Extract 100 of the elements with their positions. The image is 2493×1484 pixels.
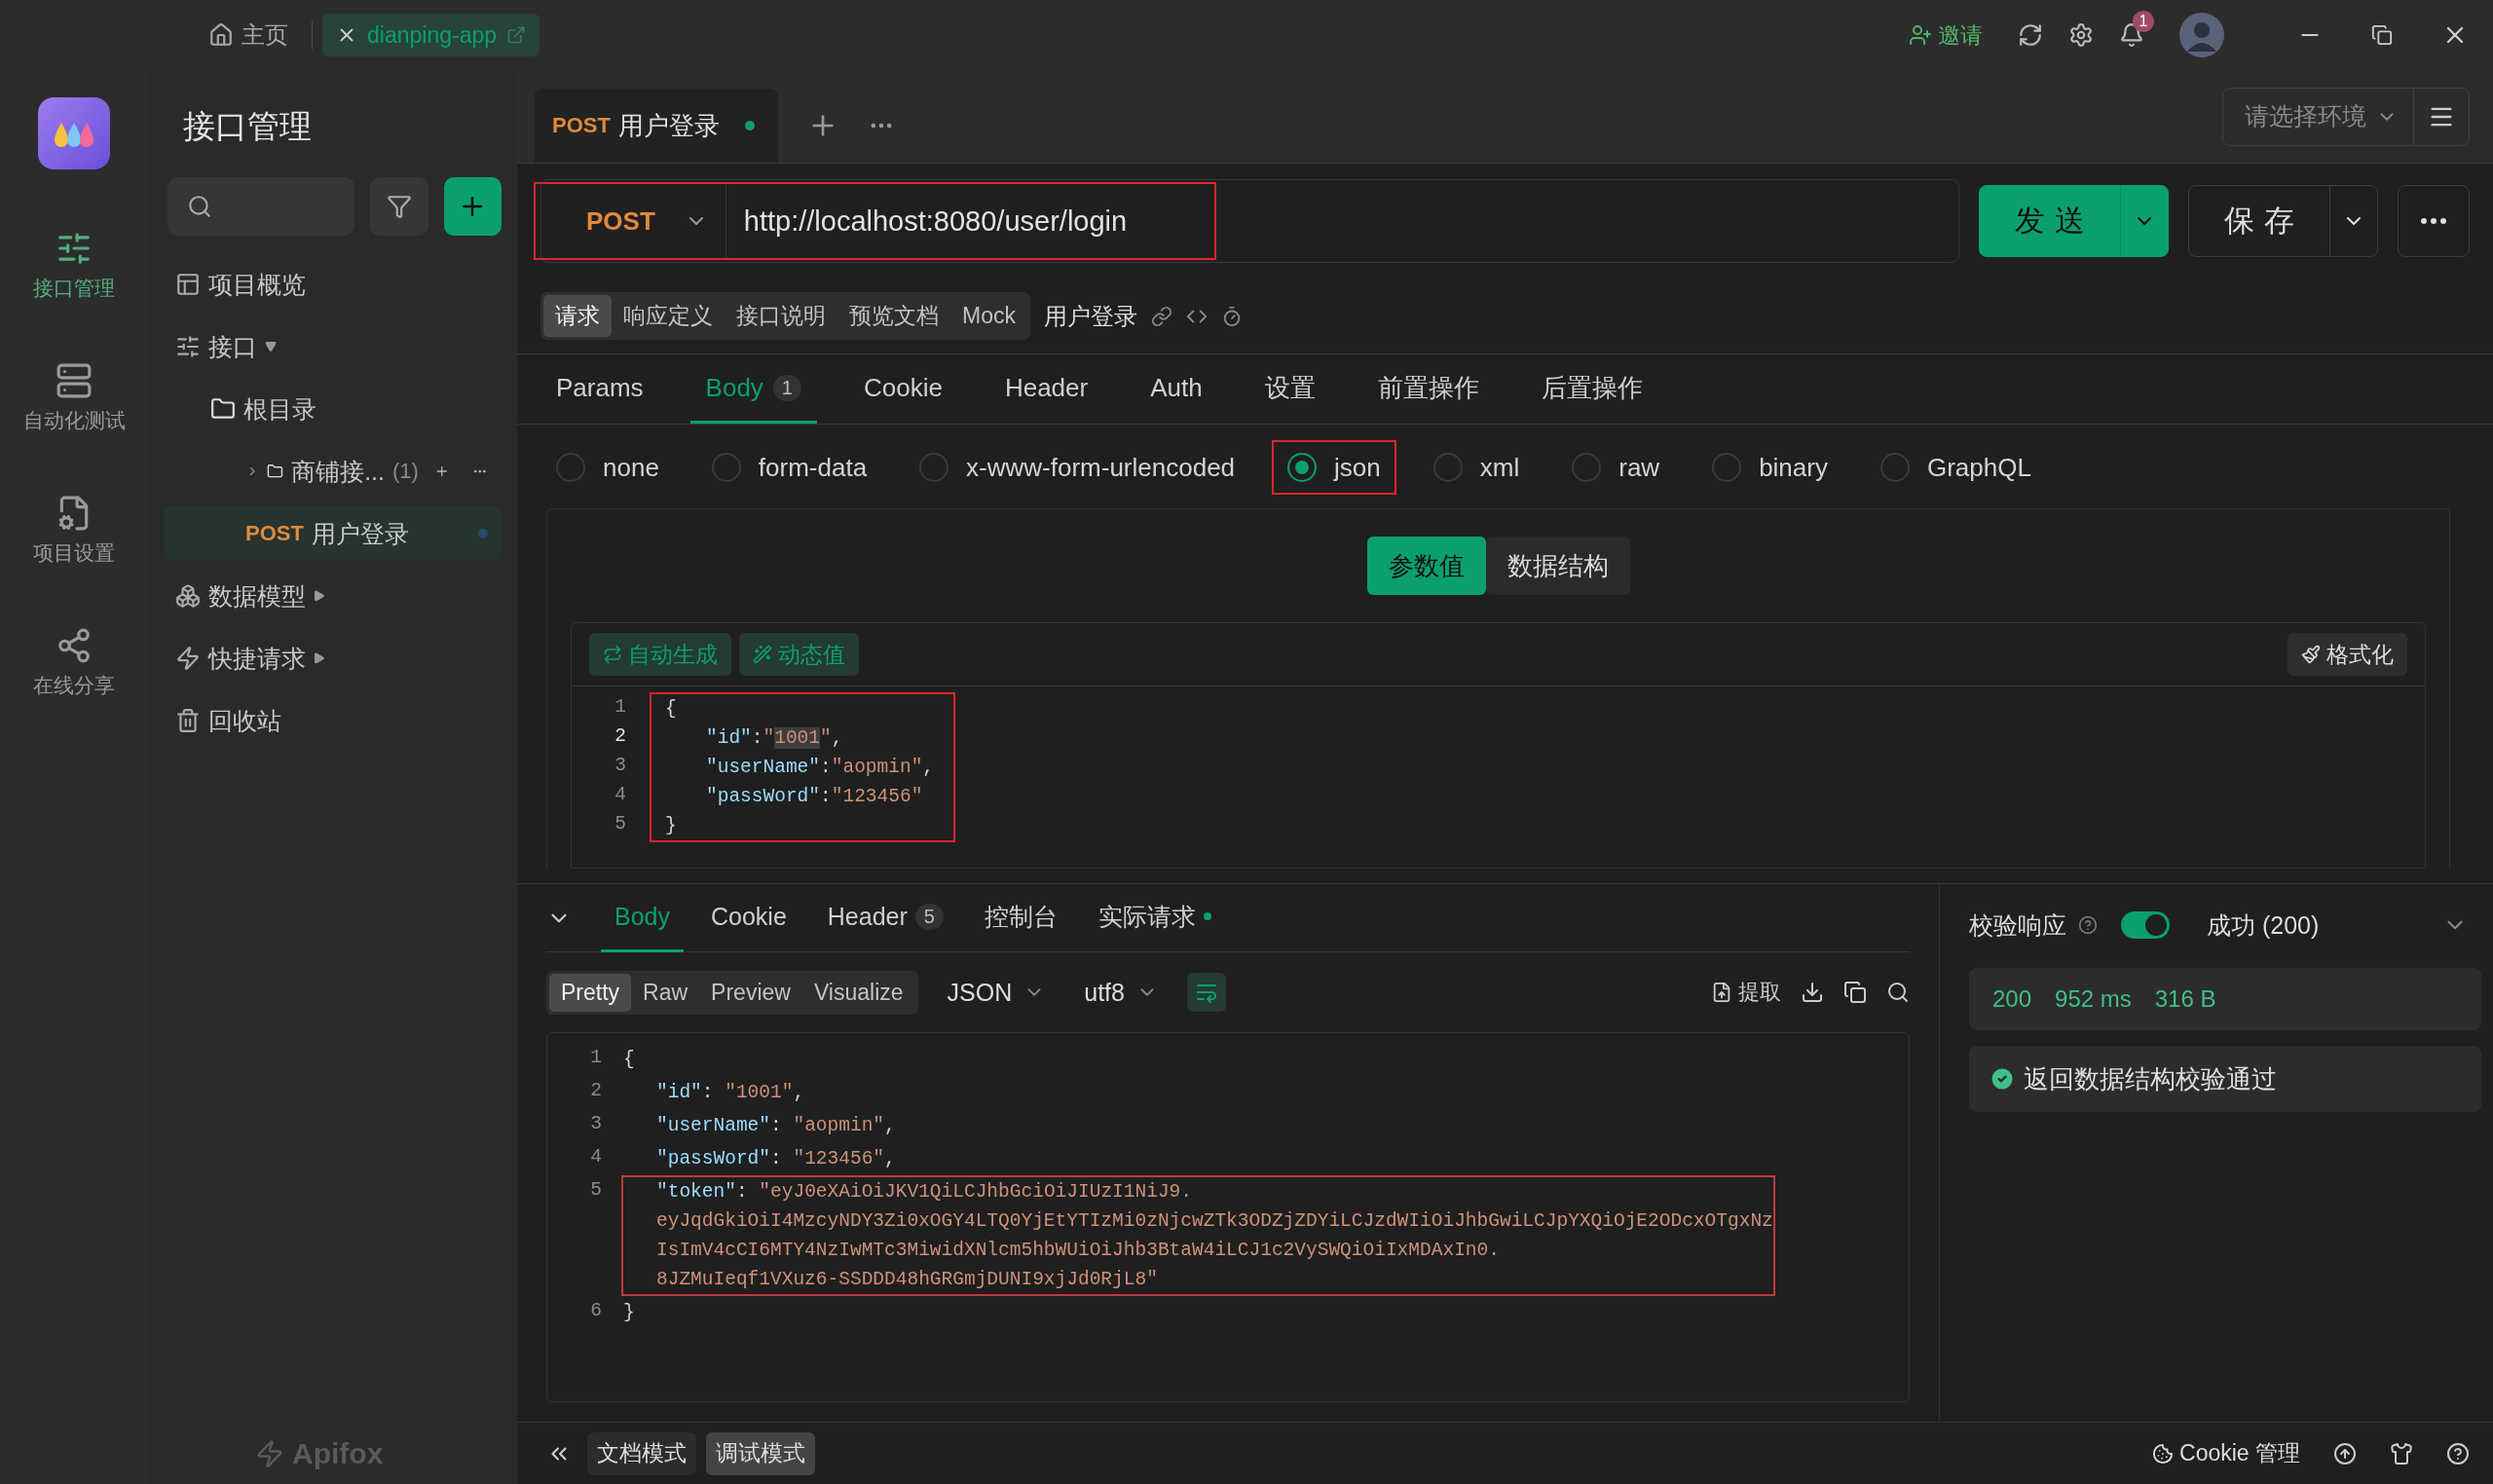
extract-button[interactable]: 提取: [1711, 978, 1781, 1007]
param-tab[interactable]: Cookie: [847, 354, 958, 424]
upload-icon[interactable]: [2333, 1441, 2357, 1465]
param-tab[interactable]: Header: [988, 354, 1104, 424]
wrap-button[interactable]: [1186, 973, 1226, 1012]
view-mode-tab[interactable]: Pretty: [549, 973, 632, 1012]
response-tab[interactable]: 控制台: [970, 883, 1071, 952]
invite-button[interactable]: 邀请: [1909, 19, 1983, 51]
nav-item[interactable]: 接口: [164, 319, 502, 374]
nav-item[interactable]: 项目概览: [164, 257, 502, 312]
json-value: "123456": [793, 1148, 885, 1169]
format-select[interactable]: JSON: [937, 978, 1056, 1007]
body-type-radio[interactable]: GraphQL: [1864, 440, 2047, 495]
json-value: ": [763, 727, 775, 749]
nav-rail-item[interactable]: 在线分享: [33, 627, 115, 699]
filter-icon: [386, 194, 412, 219]
param-tab[interactable]: 设置: [1248, 354, 1331, 424]
link-icon[interactable]: [1150, 305, 1172, 327]
item-label: 接口: [208, 331, 257, 362]
shirt-icon[interactable]: [2390, 1441, 2413, 1465]
search-icon[interactable]: [1886, 981, 1910, 1004]
encoding-select[interactable]: utf8: [1074, 978, 1168, 1007]
request-item[interactable]: POST 用户登录: [164, 506, 502, 561]
validate-toggle[interactable]: [2121, 911, 2170, 939]
home-tab[interactable]: 主页: [195, 19, 302, 51]
format-button[interactable]: 格式化: [2288, 633, 2407, 676]
dynamic-value-button[interactable]: 动态值: [739, 633, 859, 676]
line-number: 4: [589, 1145, 603, 1169]
cookie-manager-button[interactable]: Cookie 管理: [2152, 1438, 2300, 1468]
json-value: "1001": [725, 1082, 794, 1103]
auto-generate-button[interactable]: 自动生成: [589, 633, 731, 676]
body-type-radio[interactable]: x-www-form-urlencoded: [904, 440, 1251, 495]
line-number: 4: [614, 784, 627, 805]
request-tab[interactable]: POST 用户登录: [535, 89, 778, 163]
mode-button[interactable]: 参数值: [1366, 537, 1486, 595]
layout-icon: [175, 272, 201, 297]
json-punctuation: :: [820, 757, 832, 778]
param-tab[interactable]: Auth: [1135, 354, 1218, 424]
sync-icon[interactable]: [2018, 22, 2043, 48]
notification-badge: 1: [2133, 11, 2154, 32]
doc-tab[interactable]: 预览文档: [837, 295, 950, 337]
help-icon[interactable]: [2446, 1441, 2470, 1465]
nav-rail-item[interactable]: 接口管理: [33, 230, 115, 302]
validate-result[interactable]: 成功 (200): [2207, 909, 2320, 942]
param-tab[interactable]: Body 1: [689, 354, 817, 424]
response-tab[interactable]: Cookie: [697, 883, 800, 952]
nav-rail-item[interactable]: 项目设置: [33, 495, 115, 567]
doc-tab[interactable]: Mock: [950, 295, 1027, 337]
param-tab[interactable]: Params: [540, 354, 659, 424]
share-icon: [56, 627, 93, 664]
download-icon[interactable]: [1801, 981, 1824, 1004]
body-type-radio[interactable]: json: [1272, 440, 1396, 495]
json-punctuation: :: [735, 1181, 749, 1203]
nav-rail-item[interactable]: 自动化测试: [22, 362, 126, 434]
json-punctuation: }: [623, 1302, 635, 1323]
method-select[interactable]: POST: [536, 184, 726, 258]
param-tab[interactable]: 后置操作: [1525, 354, 1658, 424]
body-type-radio[interactable]: none: [540, 440, 675, 495]
server-icon: [56, 362, 93, 399]
body-type-radio[interactable]: raw: [1556, 440, 1676, 495]
response-tab[interactable]: Header 5: [813, 883, 957, 952]
view-mode-tab[interactable]: Visualize: [801, 973, 915, 1012]
folder-item[interactable]: 根目录: [164, 382, 502, 436]
settings-icon[interactable]: [2068, 22, 2094, 48]
response-tab[interactable]: 实际请求: [1084, 883, 1225, 952]
url-field[interactable]: http://localhost:8080/user/login: [726, 204, 1128, 238]
copy-icon[interactable]: [1843, 981, 1867, 1004]
body-type-radio[interactable]: form-data: [695, 440, 883, 495]
response-stat: 952 ms: [2055, 985, 2132, 1013]
json-value: eyJqdGkiOiI4MzcyNDY3Zi0xOGY4LTQ0YjEtYTIzMi0zNjcwZTk3ODZjZDYiLCJzdWIiOiJhbGwiLCJpYXQiOjE2ODcxOTgxNz: [656, 1210, 1773, 1232]
view-mode-tab[interactable]: Preview: [699, 973, 802, 1012]
add-button[interactable]: [443, 177, 502, 236]
doc-tab[interactable]: 请求: [543, 295, 612, 337]
body-type-radio[interactable]: binary: [1696, 440, 1843, 495]
mode-tab[interactable]: 文档模式: [587, 1431, 696, 1475]
json-value: "eyJ0eXAiOiJKV1QiLCJhbGciOiJIUzI1NiJ9.: [759, 1181, 1192, 1203]
nav-item[interactable]: 数据模型: [164, 569, 502, 623]
caret-right-icon[interactable]: [314, 652, 325, 664]
json-punctuation: :: [770, 1148, 783, 1169]
count-badge: 5: [914, 903, 944, 930]
mode-tab[interactable]: 调试模式: [706, 1431, 815, 1475]
json-punctuation: {: [665, 698, 677, 720]
filter-button[interactable]: [370, 177, 428, 236]
restore-icon[interactable]: [2371, 24, 2393, 46]
doc-tab[interactable]: 接口说明: [725, 295, 837, 337]
nav-item[interactable]: 快捷请求: [164, 631, 502, 686]
json-punctuation: :: [770, 1115, 783, 1136]
caret-right-icon[interactable]: [314, 590, 325, 602]
search-field[interactable]: [167, 177, 355, 236]
sidebar-title: 接口管理: [182, 107, 313, 146]
view-mode-tab[interactable]: Raw: [631, 973, 700, 1012]
user-plus-icon: [1909, 23, 1932, 47]
mode-button[interactable]: 数据结构: [1485, 537, 1630, 595]
param-tab[interactable]: 前置操作: [1361, 354, 1495, 424]
response-tab[interactable]: Body: [601, 883, 684, 952]
folder-item[interactable]: 商铺接... (1): [164, 444, 502, 499]
body-type-radio[interactable]: xml: [1417, 440, 1536, 495]
caret-down-icon[interactable]: [265, 341, 277, 352]
doc-tab[interactable]: 响应定义: [612, 295, 725, 337]
nav-item[interactable]: 回收站: [164, 693, 502, 748]
